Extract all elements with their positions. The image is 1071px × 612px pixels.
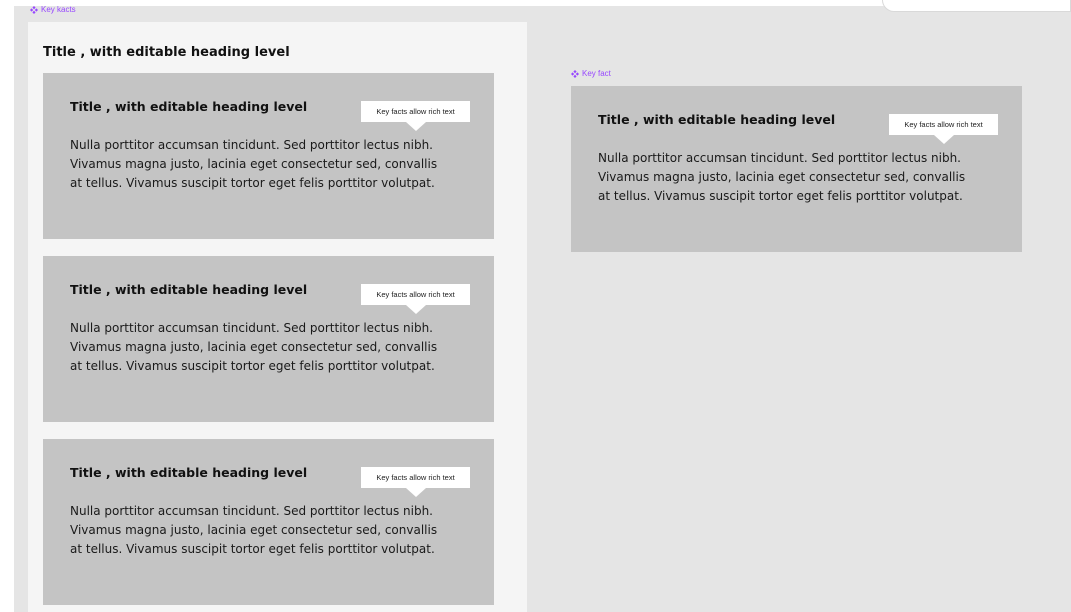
toolbar-pill[interactable] bbox=[882, 0, 1071, 12]
card-title: Title , with editable heading level bbox=[70, 465, 308, 480]
rich-text-tooltip: Key facts allow rich text bbox=[361, 101, 470, 131]
key-fact-card-single[interactable]: Title , with editable heading level Key … bbox=[571, 86, 1022, 252]
card-body: Nulla porttitor accumsan tincidunt. Sed … bbox=[70, 138, 438, 190]
component-icon bbox=[30, 5, 38, 14]
frame-label-key-kacts[interactable]: Key kacts bbox=[30, 5, 76, 14]
card-title: Title , with editable heading level bbox=[70, 282, 308, 297]
card-body: Nulla porttitor accumsan tincidunt. Sed … bbox=[598, 151, 966, 203]
card-body: Nulla porttitor accumsan tincidunt. Sed … bbox=[70, 321, 438, 373]
rich-text-tooltip: Key facts allow rich text bbox=[889, 114, 998, 144]
key-fact-card[interactable]: Title , with editable heading level Key … bbox=[43, 73, 494, 239]
component-icon bbox=[571, 69, 579, 78]
rich-text-tooltip: Key facts allow rich text bbox=[361, 284, 470, 314]
card-title: Title , with editable heading level bbox=[70, 99, 308, 114]
frame-label-key-fact[interactable]: Key fact bbox=[571, 69, 611, 78]
rich-text-tooltip: Key facts allow rich text bbox=[361, 467, 470, 497]
card-body: Nulla porttitor accumsan tincidunt. Sed … bbox=[70, 504, 438, 556]
panel-title: Title , with editable heading level bbox=[43, 45, 290, 60]
key-fact-card[interactable]: Title , with editable heading level Key … bbox=[43, 439, 494, 605]
frame-label-text: Key kacts bbox=[41, 5, 76, 14]
frame-label-text: Key fact bbox=[582, 69, 611, 78]
card-title: Title , with editable heading level bbox=[598, 112, 836, 127]
key-fact-card[interactable]: Title , with editable heading level Key … bbox=[43, 256, 494, 422]
